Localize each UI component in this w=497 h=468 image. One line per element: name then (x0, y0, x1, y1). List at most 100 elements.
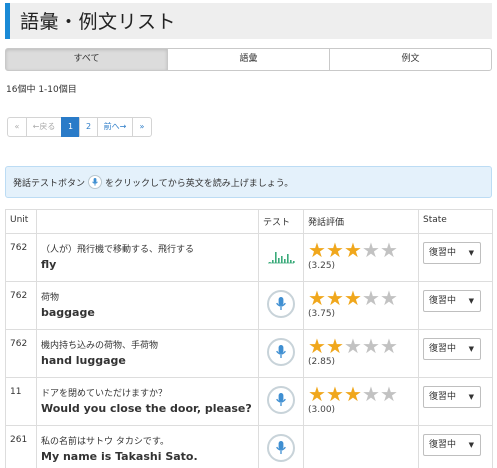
japanese-text: 私の名前はサトウ タカシです。 (41, 437, 169, 447)
microphone-icon (276, 297, 286, 310)
state-cell: 復習中 ▼ (418, 281, 493, 330)
state-select-value: 復習中 (429, 296, 457, 306)
notice-text-before: 発話テストボタン (13, 178, 86, 189)
microphone-button[interactable] (267, 338, 295, 366)
test-cell (258, 281, 304, 330)
test-cell (258, 377, 304, 426)
caret-down-icon: ▼ (468, 345, 474, 353)
star-empty-icon: ★ (380, 382, 398, 406)
english-text: baggage (41, 306, 95, 319)
state-select[interactable]: 復習中 ▼ (423, 434, 481, 456)
star-empty-icon: ★ (380, 334, 398, 358)
prev-page-button[interactable]: ←戻る (26, 117, 62, 137)
star-filled-icon: ★ (326, 238, 344, 262)
state-select[interactable]: 復習中 ▼ (423, 386, 481, 408)
microphone-button[interactable] (267, 290, 295, 318)
table-row: 261 私の名前はサトウ タカシです。 My name is Takashi Sat… (5, 425, 493, 468)
rating-cell: ★ ★ ★ ★ ★ (2.85) (303, 329, 419, 378)
microphone-button[interactable] (267, 434, 295, 462)
table-row: 11 ドアを閉めていただけますか？ Would you close the door… (5, 377, 493, 426)
caret-down-icon: ▼ (468, 249, 474, 257)
english-text: Would you close the door, please? (41, 402, 252, 415)
microphone-icon (88, 175, 103, 189)
rating-stars: ★ ★ ★ ★ ★ (308, 336, 414, 356)
pagination: « ←戻る 1 2 前へ→ » (7, 117, 152, 137)
table-header-row: Unit テスト 発話評価 State (5, 209, 493, 234)
rating-stars: ★ ★ ★ ★ ★ (308, 240, 414, 260)
tab-all[interactable]: すべて (5, 48, 168, 71)
microphone-icon (276, 393, 286, 406)
unit-cell: 762 (5, 281, 37, 330)
page-2-button[interactable]: 2 (79, 117, 98, 137)
state-cell: 復習中 ▼ (418, 425, 493, 468)
waveform-icon[interactable] (267, 252, 295, 267)
star-empty-icon: ★ (362, 382, 380, 406)
first-page-button[interactable]: « (7, 117, 27, 137)
state-select-value: 復習中 (429, 440, 457, 450)
japanese-text: 荷物 (41, 293, 60, 303)
rating-cell: ★ ★ ★ ★ ★ (3.25) (303, 233, 419, 282)
star-filled-icon: ★ (344, 382, 362, 406)
text-cell: ドアを閉めていただけますか？ Would you close the door, … (36, 377, 259, 426)
table-row: 762 機内持ち込みの荷物、手荷物 hand luggage ★ ★ ★ ★ ★ (2.85) 復… (5, 329, 493, 378)
star-empty-icon: ★ (362, 286, 380, 310)
text-cell: 私の名前はサトウ タカシです。 My name is Takashi Sato. (36, 425, 259, 468)
test-cell (258, 329, 304, 378)
star-filled-icon: ★ (326, 382, 344, 406)
star-filled-icon: ★ (308, 238, 326, 262)
state-cell: 復習中 ▼ (418, 233, 493, 282)
state-select[interactable]: 復習中 ▼ (423, 338, 481, 360)
rating-cell (303, 425, 419, 468)
unit-cell: 11 (5, 377, 37, 426)
star-filled-icon: ★ (308, 286, 326, 310)
vocabulary-table: Unit テスト 発話評価 State 762 （人が）飛行機で移動する、飛行する… (5, 209, 493, 468)
last-page-button[interactable]: » (132, 117, 152, 137)
column-header-unit: Unit (5, 209, 37, 234)
text-cell: 荷物 baggage (36, 281, 259, 330)
tab-sentences[interactable]: 例文 (329, 48, 492, 71)
unit-cell: 762 (5, 329, 37, 378)
microphone-icon (276, 441, 286, 454)
star-filled-icon: ★ (308, 334, 326, 358)
column-header-test: テスト (258, 209, 304, 234)
japanese-text: 機内持ち込みの荷物、手荷物 (41, 341, 159, 351)
star-filled-icon: ★ (326, 334, 344, 358)
rating-stars: ★ ★ ★ ★ ★ (308, 384, 414, 404)
japanese-text: （人が）飛行機で移動する、飛行する (41, 245, 195, 255)
caret-down-icon: ▼ (468, 393, 474, 401)
page-1-button[interactable]: 1 (61, 117, 80, 137)
microphone-icon (276, 345, 286, 358)
star-empty-icon: ★ (362, 334, 380, 358)
star-empty-icon: ★ (380, 286, 398, 310)
state-cell: 復習中 ▼ (418, 377, 493, 426)
page-title: 語彙・例文リスト (20, 11, 177, 33)
state-select-value: 復習中 (429, 344, 457, 354)
caret-down-icon: ▼ (468, 297, 474, 305)
instruction-notice: 発話テストボタン をクリックしてから英文を読み上げましょう。 (5, 166, 492, 198)
table-row: 762 荷物 baggage ★ ★ ★ ★ ★ (3.75) 復習中 ▼ (5, 281, 493, 330)
test-cell (258, 233, 304, 282)
state-cell: 復習中 ▼ (418, 329, 493, 378)
rating-cell: ★ ★ ★ ★ ★ (3.75) (303, 281, 419, 330)
rating-score: (3.75) (308, 309, 336, 319)
next-page-button[interactable]: 前へ→ (97, 117, 133, 137)
rating-score: (3.25) (308, 261, 336, 271)
result-count: 16個中 1-10個目 (6, 85, 77, 95)
microphone-button[interactable] (267, 386, 295, 414)
english-text: fly (41, 258, 57, 271)
state-select[interactable]: 復習中 ▼ (423, 242, 481, 264)
notice-text-after: をクリックしてから英文を読み上げましょう。 (105, 178, 294, 189)
table-row: 762 （人が）飛行機で移動する、飛行する fly ★ ★ ★ ★ ★ (3.25) 復習中 ▼ (5, 233, 493, 282)
caret-down-icon: ▼ (468, 441, 474, 449)
state-select[interactable]: 復習中 ▼ (423, 290, 481, 312)
column-header-text (36, 209, 259, 234)
rating-score: (2.85) (308, 357, 336, 367)
english-text: My name is Takashi Sato. (41, 450, 198, 463)
rating-score: (3.00) (308, 405, 336, 415)
japanese-text: ドアを閉めていただけますか？ (41, 389, 168, 399)
tab-vocabulary[interactable]: 語彙 (167, 48, 330, 71)
page-header: 語彙・例文リスト (5, 3, 492, 39)
unit-cell: 261 (5, 425, 37, 468)
text-cell: 機内持ち込みの荷物、手荷物 hand luggage (36, 329, 259, 378)
star-filled-icon: ★ (308, 382, 326, 406)
